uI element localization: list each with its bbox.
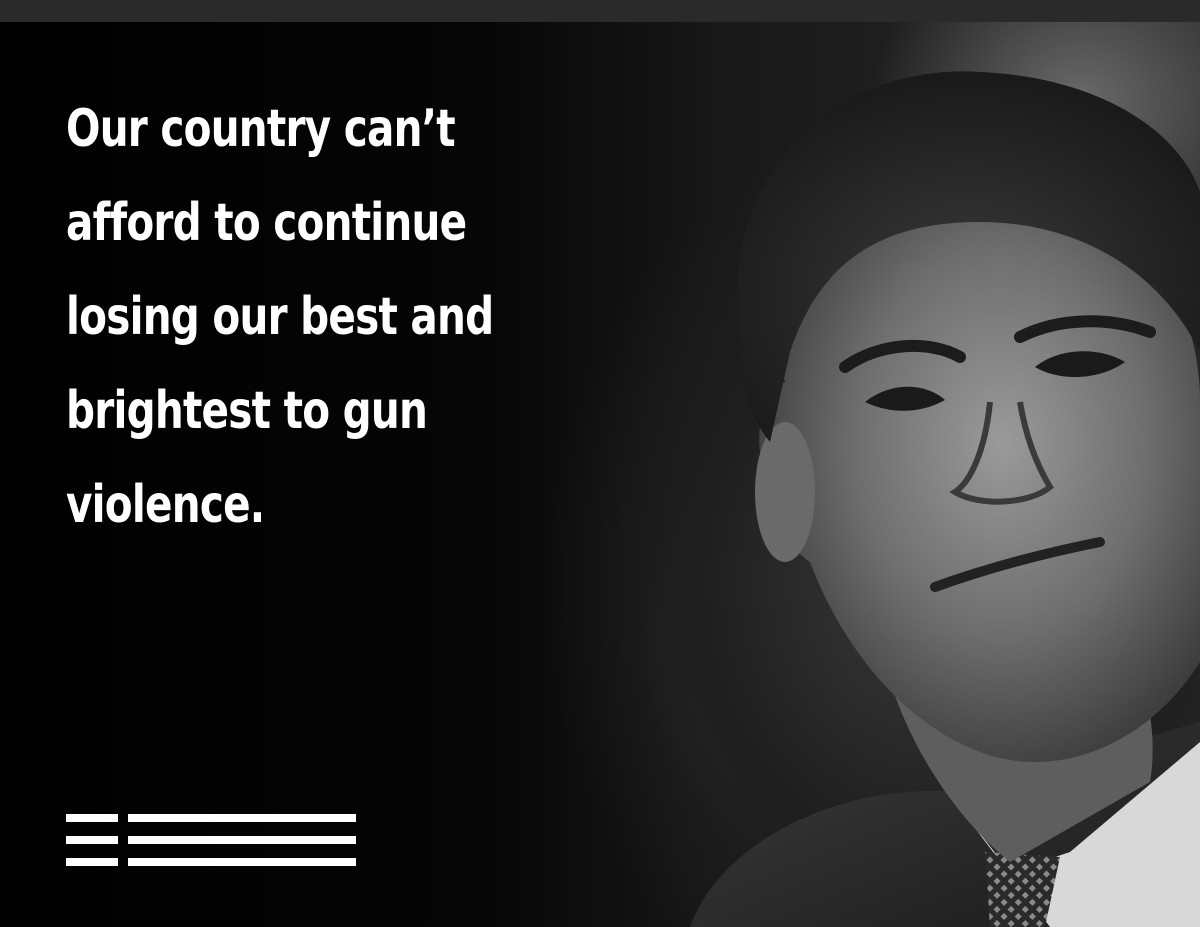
quote-line: brightest to gun — [66, 381, 428, 441]
quote-card: Our country can’t afford to continue los… — [0, 0, 1200, 927]
logo-bar — [66, 836, 118, 844]
logo-bar — [66, 814, 118, 822]
logo-bar — [66, 858, 118, 866]
quote-line: violence. — [66, 475, 265, 535]
logo-bar — [128, 836, 356, 844]
top-border — [0, 0, 1200, 22]
quote-line: afford to continue — [66, 193, 467, 253]
logo-bar — [128, 858, 356, 866]
three-stripe-logo-icon — [66, 814, 356, 866]
logo-bar — [128, 814, 356, 822]
quote-line: losing our best and — [66, 287, 494, 347]
quote-line: Our country can’t — [66, 99, 456, 159]
ear — [755, 422, 815, 562]
quote-text: Our country can’t afford to continue los… — [66, 82, 534, 552]
